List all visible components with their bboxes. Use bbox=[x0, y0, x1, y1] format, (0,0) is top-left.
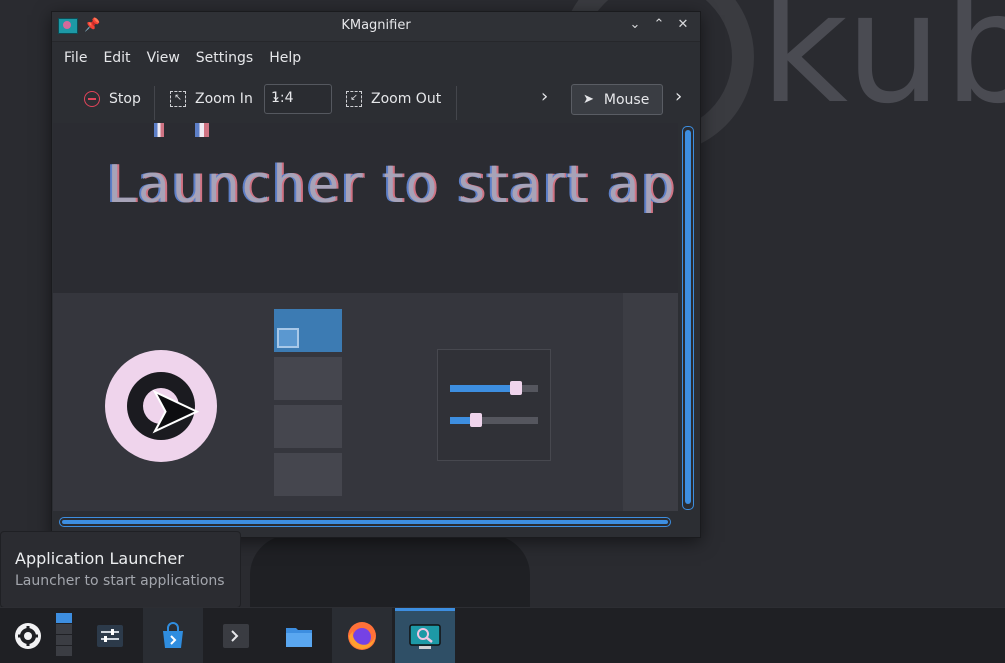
launcher-tooltip: Application Launcher Launcher to start a… bbox=[0, 531, 241, 608]
minimize-button[interactable]: ⌄ bbox=[627, 17, 643, 33]
menu-bar: File Edit View Settings Help bbox=[52, 42, 700, 74]
magnified-text: Launcher to start ap bbox=[107, 155, 677, 215]
window-title: KMagnifier bbox=[341, 18, 411, 33]
chevron-right-icon[interactable]: › bbox=[541, 86, 548, 107]
kmagnifier-icon bbox=[409, 624, 441, 649]
magnified-pager-tile bbox=[274, 453, 342, 496]
magnified-pixel bbox=[154, 123, 164, 137]
konsole-icon bbox=[223, 623, 249, 648]
menu-file[interactable]: File bbox=[56, 50, 95, 66]
kmagnifier-window: 📌 KMagnifier ⌄ ⌃ ✕ File Edit View Settin… bbox=[51, 11, 701, 538]
title-bar[interactable]: 📌 KMagnifier ⌄ ⌃ ✕ bbox=[52, 12, 700, 42]
taskbar-kmagnifier[interactable] bbox=[395, 608, 455, 663]
stop-icon bbox=[84, 91, 100, 107]
horizontal-scrollbar[interactable] bbox=[59, 517, 671, 527]
magnified-panel: ➤ bbox=[53, 293, 623, 511]
discover-store-icon bbox=[163, 621, 183, 648]
menu-edit[interactable]: Edit bbox=[95, 50, 138, 66]
mouse-pointer-icon: ➤ bbox=[583, 92, 594, 107]
zoom-in-label: Zoom In bbox=[195, 91, 253, 107]
application-launcher-icon bbox=[15, 622, 41, 649]
toolbar-overflow-chevron-icon[interactable]: › bbox=[675, 86, 682, 107]
follow-mouse-button[interactable]: ➤ Mouse bbox=[571, 84, 663, 115]
virtual-desktop-pager[interactable] bbox=[56, 613, 72, 658]
stop-label: Stop bbox=[109, 91, 141, 107]
magnified-settings-icon bbox=[437, 349, 551, 461]
tooltip-title: Application Launcher bbox=[15, 549, 184, 568]
zoom-out-label: Zoom Out bbox=[371, 91, 442, 107]
menu-help[interactable]: Help bbox=[261, 50, 309, 66]
maximize-button[interactable]: ⌃ bbox=[651, 17, 667, 33]
toolbar-separator bbox=[154, 86, 155, 120]
taskbar bbox=[0, 607, 1005, 663]
wallpaper-brand-text: kub bbox=[760, 0, 1005, 137]
magnified-pager-tile bbox=[274, 309, 342, 352]
firefox-icon bbox=[348, 621, 376, 650]
system-settings-icon bbox=[97, 624, 123, 647]
dolphin-files-icon bbox=[286, 627, 312, 647]
close-button[interactable]: ✕ bbox=[675, 17, 691, 33]
magnified-cursor-icon: ➤ bbox=[147, 372, 201, 447]
toolbar: Stop ↖ Zoom In 1:4 ⌄ ↙ Zoom Out › ➤ Mous… bbox=[52, 74, 700, 124]
zoom-in-button[interactable]: ↖ Zoom In bbox=[170, 84, 253, 114]
application-launcher-button[interactable] bbox=[0, 608, 56, 663]
zoom-out-icon: ↙ bbox=[346, 91, 362, 107]
zoom-in-icon: ↖ bbox=[170, 91, 186, 107]
taskbar-discover[interactable] bbox=[143, 608, 203, 663]
tooltip-subtitle: Launcher to start applications bbox=[15, 573, 225, 589]
magnified-panel-edge bbox=[623, 293, 678, 511]
mouse-label: Mouse bbox=[603, 91, 650, 108]
taskbar-dolphin[interactable] bbox=[269, 608, 329, 663]
magnified-pager-tile bbox=[274, 357, 342, 400]
magnified-pager-tile bbox=[274, 405, 342, 448]
menu-view[interactable]: View bbox=[139, 50, 188, 66]
taskbar-system-settings[interactable] bbox=[80, 608, 140, 663]
toolbar-separator bbox=[456, 86, 457, 120]
taskbar-firefox[interactable] bbox=[332, 608, 392, 663]
magnified-view[interactable]: Launcher to start ap ➤ bbox=[53, 123, 678, 511]
zoom-out-button[interactable]: ↙ Zoom Out bbox=[346, 84, 441, 114]
vertical-scrollbar[interactable] bbox=[682, 126, 694, 510]
menu-settings[interactable]: Settings bbox=[188, 50, 261, 66]
zoom-level-select[interactable]: 1:4 ⌄ bbox=[264, 84, 332, 114]
magnified-pixel bbox=[195, 123, 209, 137]
chevron-down-icon: ⌄ bbox=[271, 89, 282, 103]
stop-button[interactable]: Stop bbox=[84, 84, 141, 114]
taskbar-konsole[interactable] bbox=[206, 608, 266, 663]
